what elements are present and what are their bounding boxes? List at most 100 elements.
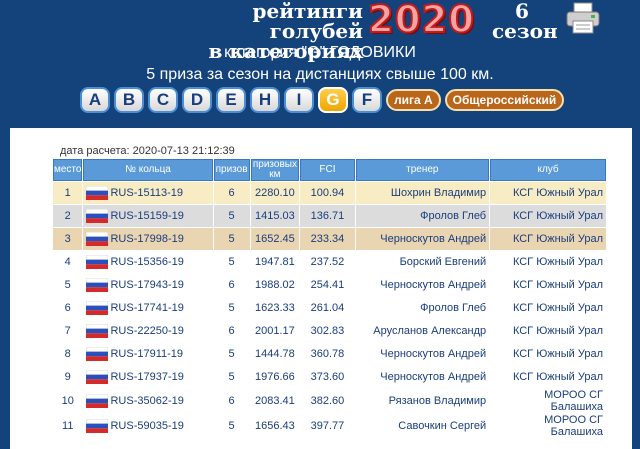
col-rank-header[interactable]: место: [53, 159, 83, 181]
ring-number[interactable]: RUS-15356-19: [110, 256, 183, 268]
category-tab-g[interactable]: G: [318, 87, 348, 113]
category-tab-i[interactable]: I: [284, 87, 314, 113]
ring-number[interactable]: RUS-17911-19: [110, 348, 183, 360]
cell-rank: 6: [53, 297, 83, 319]
ring-number[interactable]: RUS-22250-19: [110, 325, 183, 337]
cell-ring[interactable]: RUS-17911-19: [83, 343, 213, 365]
cell-ring[interactable]: RUS-15113-19: [83, 182, 213, 204]
cell-club[interactable]: МОРОО СГ Балашиха: [490, 414, 606, 438]
cell-ring[interactable]: RUS-22250-19: [83, 320, 213, 342]
russia-flag-icon: [86, 255, 110, 269]
col-ring-header[interactable]: № кольца: [83, 159, 213, 181]
cell-trainer[interactable]: Черноскутов Андрей: [355, 366, 490, 388]
cell-rank: 11: [53, 414, 83, 438]
category-tab-d[interactable]: D: [182, 87, 212, 113]
table-header-row: место № кольца призов призовых км FCI тр…: [53, 159, 606, 181]
cell-trainer[interactable]: Борский Евгений: [355, 251, 490, 273]
cell-trainer[interactable]: Черноскутов Андрей: [355, 274, 490, 296]
cell-ring[interactable]: RUS-17998-19: [83, 228, 213, 250]
category-tab-f[interactable]: F: [352, 87, 382, 113]
cell-distance: 1652.45: [250, 228, 300, 250]
cell-club[interactable]: КСГ Южный Урал: [490, 205, 606, 227]
cell-ring[interactable]: RUS-17741-19: [83, 297, 213, 319]
table-row[interactable]: 8 RUS-17911-19 5 1444.78 360.78 Черноскутов А…: [53, 343, 606, 365]
printer-icon[interactable]: [566, 2, 600, 34]
table-row[interactable]: 11 RUS-59035-19 5 1656.43 397.77 Савочкин Сер…: [53, 414, 606, 438]
ring-number[interactable]: RUS-17741-19: [110, 302, 183, 314]
cell-fci: 136.71: [300, 205, 355, 227]
cell-club[interactable]: КСГ Южный Урал: [490, 182, 606, 204]
table-row[interactable]: 6 RUS-17741-19 5 1623.33 261.04 Фролов Глеб КС…: [53, 297, 606, 319]
table-row[interactable]: 2 RUS-15159-19 5 1415.03 136.71 Фролов Глеб КС…: [53, 205, 606, 227]
cell-prizes: 6: [213, 389, 250, 413]
cell-distance: 1656.43: [250, 414, 300, 438]
table-row[interactable]: 1 RUS-15113-19 6 2280.10 100.94 Шохрин Владим…: [53, 182, 606, 204]
cell-trainer[interactable]: Фролов Глеб: [355, 297, 490, 319]
table-row[interactable]: 4 RUS-15356-19 5 1947.81 237.52 Борский Евген…: [53, 251, 606, 273]
table-row[interactable]: 3 RUS-17998-19 5 1652.45 233.34 Черноскутов А…: [53, 228, 606, 250]
year-title: 2020: [367, 0, 475, 41]
ring-number[interactable]: RUS-17998-19: [110, 233, 183, 245]
cell-trainer[interactable]: Фролов Глеб: [355, 205, 490, 227]
cell-distance: 1415.03: [250, 205, 300, 227]
table-row[interactable]: 9 RUS-17937-19 5 1976.66 373.60 Черноскутов А…: [53, 366, 606, 388]
cell-club[interactable]: КСГ Южный Урал: [490, 297, 606, 319]
ring-number[interactable]: RUS-17937-19: [110, 371, 183, 383]
season-label: 6 сезон: [492, 0, 558, 41]
cell-fci: 382.60: [300, 389, 355, 413]
cell-trainer[interactable]: Черноскутов Андрей: [355, 343, 490, 365]
category-tab-e[interactable]: E: [216, 87, 246, 113]
col-fci-header[interactable]: FCI: [300, 159, 355, 181]
russia-flag-icon: [86, 209, 110, 223]
cell-prizes: 5: [213, 343, 250, 365]
ring-number[interactable]: RUS-15159-19: [110, 210, 183, 222]
ring-number[interactable]: RUS-15113-19: [110, 187, 183, 199]
category-tab-b[interactable]: B: [114, 87, 144, 113]
cell-club[interactable]: КСГ Южный Урал: [490, 228, 606, 250]
cell-rank: 9: [53, 366, 83, 388]
col-trainer-header[interactable]: тренер: [355, 159, 490, 181]
cell-trainer[interactable]: Савочкин Сергей: [355, 414, 490, 438]
season-number: 6: [515, 0, 529, 23]
category-tab-h[interactable]: H: [250, 87, 280, 113]
cell-club[interactable]: КСГ Южный Урал: [490, 251, 606, 273]
cell-club[interactable]: МОРОО СГ Балашиха: [490, 389, 606, 413]
cell-trainer[interactable]: Черноскутов Андрей: [355, 228, 490, 250]
col-distance-header[interactable]: призовых км: [250, 159, 300, 181]
category-tab-c[interactable]: C: [148, 87, 178, 113]
title-line-1: рейтинги голубей: [252, 0, 364, 43]
cell-club[interactable]: КСГ Южный Урал: [490, 274, 606, 296]
col-club-header[interactable]: клуб: [490, 159, 606, 181]
cell-fci: 254.41: [300, 274, 355, 296]
cell-club[interactable]: КСГ Южный Урал: [490, 366, 606, 388]
cell-trainer[interactable]: Шохрин Владимир: [355, 182, 490, 204]
col-prizes-header[interactable]: призов: [213, 159, 250, 181]
cell-club[interactable]: КСГ Южный Урал: [490, 343, 606, 365]
table-row[interactable]: 7 RUS-22250-19 6 2001.17 302.83 Арусланов Але…: [53, 320, 606, 342]
cell-ring[interactable]: RUS-15159-19: [83, 205, 213, 227]
table-row[interactable]: 5 RUS-17943-19 6 1988.02 254.41 Черноскутов А…: [53, 274, 606, 296]
cell-fci: 233.34: [300, 228, 355, 250]
cell-distance: 2001.17: [250, 320, 300, 342]
cell-ring[interactable]: RUS-17937-19: [83, 366, 213, 388]
cell-ring[interactable]: RUS-17943-19: [83, 274, 213, 296]
cell-trainer[interactable]: Арусланов Александр: [355, 320, 490, 342]
ring-number[interactable]: RUS-17943-19: [110, 279, 183, 291]
cell-distance: 1444.78: [250, 343, 300, 365]
category-tabs: A B C D E H I G F лига А Общероссийский: [80, 87, 565, 113]
cell-rank: 4: [53, 251, 83, 273]
national-rating-button[interactable]: Общероссийский: [444, 89, 565, 111]
ring-number[interactable]: RUS-59035-19: [110, 420, 183, 432]
table-row[interactable]: 10 RUS-35062-19 6 2083.41 382.60 Рязанов Влад…: [53, 389, 606, 413]
ring-number[interactable]: RUS-35062-19: [110, 395, 183, 407]
cell-ring[interactable]: RUS-15356-19: [83, 251, 213, 273]
cell-prizes: 5: [213, 251, 250, 273]
cell-prizes: 5: [213, 228, 250, 250]
cell-ring[interactable]: RUS-35062-19: [83, 389, 213, 413]
cell-ring[interactable]: RUS-59035-19: [83, 414, 213, 438]
cell-fci: 261.04: [300, 297, 355, 319]
league-a-button[interactable]: лига А: [386, 89, 441, 111]
cell-club[interactable]: КСГ Южный Урал: [490, 320, 606, 342]
category-tab-a[interactable]: A: [80, 87, 110, 113]
cell-trainer[interactable]: Рязанов Владимир: [355, 389, 490, 413]
